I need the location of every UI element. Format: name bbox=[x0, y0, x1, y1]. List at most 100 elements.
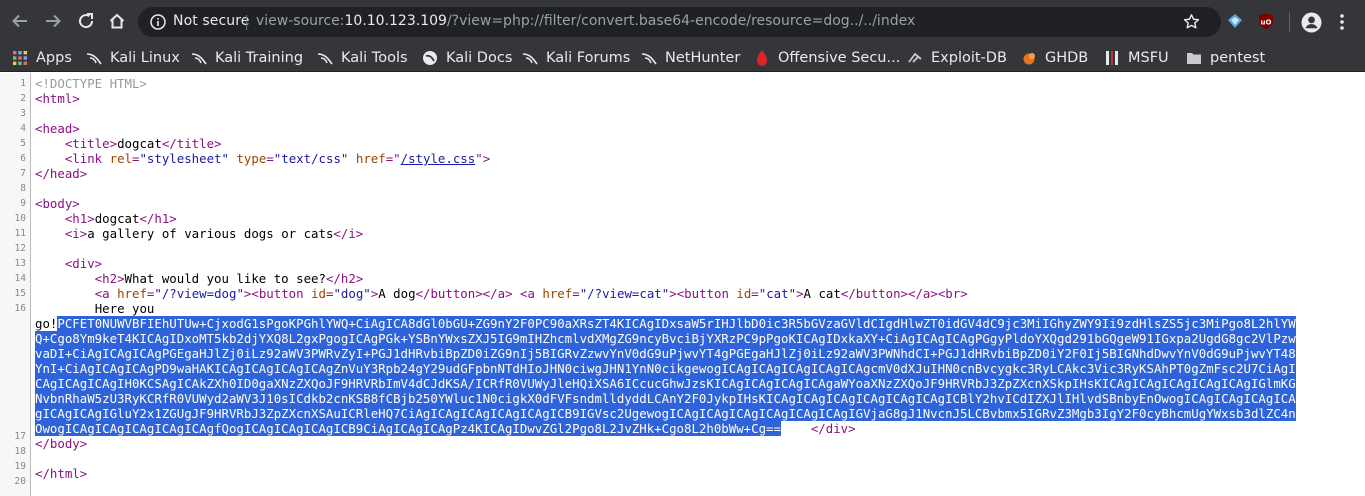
closing-html: </html> bbox=[35, 466, 88, 481]
bookmark-pentest-folder[interactable]: pentest bbox=[1186, 47, 1265, 68]
offsec-icon bbox=[754, 49, 770, 66]
toolbar-divider bbox=[1289, 12, 1290, 32]
selected-base64-block[interactable]: gICAgICAgIGluY2x1ZGUgJF9HRVRbJ3ZpZXcnXSA… bbox=[35, 406, 1360, 421]
source-line: <i>a gallery of various dogs or cats</i> bbox=[64, 226, 364, 241]
bookmark-kali-tools[interactable]: Kali Tools bbox=[317, 47, 408, 68]
url-path: /?view=php://filter/convert.base64-encod… bbox=[446, 13, 916, 29]
profile-avatar-icon[interactable] bbox=[1301, 12, 1322, 37]
bookmark-kali-forums[interactable]: Kali Forums bbox=[522, 47, 630, 68]
source-line: Here you bbox=[35, 301, 155, 316]
line-number: 14 bbox=[14, 273, 26, 284]
bookmark-label: pentest bbox=[1210, 49, 1266, 66]
exploit-db-icon bbox=[907, 50, 923, 66]
bookmark-label: Kali Tools bbox=[341, 49, 408, 66]
h2-text: What would you like to see? bbox=[124, 271, 326, 286]
doctype: <!DOCTYPE HTML> bbox=[35, 76, 147, 91]
source-line: <div> bbox=[64, 256, 103, 271]
here-you-text: Here you bbox=[94, 301, 155, 316]
cat-button-id: "cat" bbox=[758, 286, 797, 301]
bookmark-kali-training[interactable]: Kali Training bbox=[191, 47, 303, 68]
url-host: 10.10.123.109 bbox=[344, 13, 447, 29]
line-number: 1 bbox=[20, 78, 26, 89]
apps-grid-icon bbox=[12, 50, 28, 66]
cat-button-text: A cat bbox=[803, 286, 841, 301]
source-line: <head> bbox=[35, 121, 80, 136]
line-number: 2 bbox=[20, 93, 26, 104]
view-source-pane[interactable]: 1 2 3 4 5 6 7 8 9 10 11 12 13 14 15 16 1… bbox=[0, 73, 1365, 496]
url-text[interactable]: view-source:10.10.123.109/?view=php://fi… bbox=[256, 13, 915, 29]
kali-dragon-icon bbox=[641, 50, 657, 66]
home-icon[interactable] bbox=[106, 10, 128, 32]
h1-text: dogcat bbox=[94, 211, 140, 226]
line-number: 13 bbox=[14, 258, 26, 269]
bookmark-exploit-db[interactable]: Exploit-DB bbox=[907, 47, 1007, 68]
selected-base64-block[interactable]: CAgICAgICAgIH0KCSAgICAkZXh0ID0gaXNzZXQoJ… bbox=[35, 376, 1360, 391]
kali-dragon-icon bbox=[522, 50, 538, 66]
type-value: "text/css" bbox=[273, 151, 349, 166]
bookmark-apps[interactable]: Apps bbox=[12, 47, 72, 68]
folder-icon bbox=[1186, 50, 1202, 66]
kali-docs-icon bbox=[422, 50, 438, 66]
line-number: 19 bbox=[14, 461, 26, 472]
bookmark-label: Kali Training bbox=[215, 49, 304, 66]
dog-button-id: "dog" bbox=[333, 286, 371, 301]
source-line: <a href="/?view=dog"><button id="dog">A … bbox=[94, 286, 968, 301]
svg-text:uO: uO bbox=[1261, 19, 1272, 27]
address-bar[interactable]: Not secure view-source:10.10.123.109/?vi… bbox=[138, 7, 1221, 37]
bookmark-label: NetHunter bbox=[665, 49, 741, 66]
title-text: dogcat bbox=[117, 136, 162, 151]
base64-line: Q+Cgo8Ym9keT4KICAgIDxoMT5kb2djYXQ8L2gxPg… bbox=[35, 331, 1296, 346]
line-number: 4 bbox=[20, 123, 26, 134]
bookmark-offensive-security[interactable]: Offensive Secu... bbox=[754, 47, 900, 68]
selected-base64-block[interactable]: Q+Cgo8Ym9keT4KICAgIDxoMT5kb2djYXQ8L2gxPg… bbox=[35, 331, 1360, 346]
bookmark-ghdb[interactable]: GHDB bbox=[1021, 47, 1088, 68]
base64-line: vaDI+CiAgICAgICAgPGEgaHJlZj0iLz92aWV3PWR… bbox=[35, 346, 1296, 361]
dog-button-text: A dog bbox=[378, 286, 416, 301]
line-number: 12 bbox=[14, 243, 26, 254]
extension-fox-icon[interactable] bbox=[1226, 12, 1244, 34]
bookmark-nethunter[interactable]: NetHunter bbox=[641, 47, 740, 68]
base64-line: CAgICAgICAgIH0KCSAgICAkZXh0ID0gaXNzZXQoJ… bbox=[35, 376, 1296, 391]
base64-line: YnI+CiAgICAgICAgPD9waHAKICAgICAgICAgICAg… bbox=[35, 361, 1296, 376]
line-number: 7 bbox=[20, 168, 26, 179]
bookmark-label: Apps bbox=[36, 49, 72, 66]
line-number-gutter: 1 2 3 4 5 6 7 8 9 10 11 12 13 14 15 16 1… bbox=[0, 73, 31, 496]
line-number: 6 bbox=[20, 153, 26, 164]
bookmark-kali-linux[interactable]: Kali Linux bbox=[86, 47, 180, 68]
source-line: <h2>What would you like to see?</h2> bbox=[94, 271, 364, 286]
bookmark-kali-docs[interactable]: Kali Docs bbox=[422, 47, 512, 68]
stylesheet-link[interactable]: /style.css bbox=[401, 151, 476, 166]
forward-arrow-icon[interactable] bbox=[42, 10, 64, 32]
selected-base64-block[interactable]: vaDI+CiAgICAgICAgPGEgaHJlZj0iLz92aWV3PWR… bbox=[35, 346, 1360, 361]
selected-base64-block[interactable]: YnI+CiAgICAgICAgPD9waHAKICAgICAgICAgICAg… bbox=[35, 361, 1360, 376]
source-line: </head> bbox=[35, 166, 88, 181]
back-arrow-icon[interactable] bbox=[9, 10, 31, 32]
source-line: <link rel="stylesheet" type="text/css" h… bbox=[64, 151, 491, 166]
info-icon[interactable] bbox=[150, 14, 166, 34]
line-number: 16 bbox=[14, 303, 26, 314]
bookmark-label: Exploit-DB bbox=[931, 49, 1007, 66]
bookmark-msfu[interactable]: MSFU bbox=[1104, 47, 1169, 68]
source-line: <title>dogcat</title> bbox=[64, 136, 222, 151]
bookmark-label: Kali Linux bbox=[110, 49, 180, 66]
browser-toolbar: Not secure view-source:10.10.123.109/?vi… bbox=[0, 0, 1365, 43]
security-status[interactable]: Not secure bbox=[173, 13, 250, 29]
menu-kebab-icon[interactable] bbox=[1340, 14, 1344, 34]
line-number: 8 bbox=[20, 183, 26, 194]
selected-base64-block[interactable]: go!PCFET0NUWVBFIEhUTUw+CjxodG1sPgoKPGhlY… bbox=[35, 316, 1360, 331]
ghdb-icon bbox=[1021, 50, 1037, 66]
i-text: a gallery of various dogs or cats bbox=[87, 226, 334, 241]
bookmark-star-icon[interactable] bbox=[1183, 13, 1200, 34]
dog-href: "/?view=dog" bbox=[154, 286, 244, 301]
selected-base64-block[interactable]: OwogICAgICAgICAgICAgICAgfQogICAgICAgICAg… bbox=[35, 421, 1360, 436]
selected-base64-block[interactable]: NvbnRhaW5zU3RyKCRfR0VUWyd2aWV3J10sICdkb2… bbox=[35, 391, 1360, 406]
bookmark-label: GHDB bbox=[1045, 49, 1089, 66]
reload-icon[interactable] bbox=[75, 10, 97, 32]
ublock-origin-icon[interactable]: uO bbox=[1257, 12, 1275, 34]
line-number: 10 bbox=[14, 213, 26, 224]
closing-div: </div> bbox=[810, 421, 856, 436]
line-number: 3 bbox=[20, 108, 26, 119]
kali-dragon-icon bbox=[191, 50, 207, 66]
bookmarks-bar: Apps Kali Linux Kali Training Kali Tools… bbox=[0, 43, 1365, 72]
bookmark-label: Offensive Secu... bbox=[778, 49, 901, 66]
